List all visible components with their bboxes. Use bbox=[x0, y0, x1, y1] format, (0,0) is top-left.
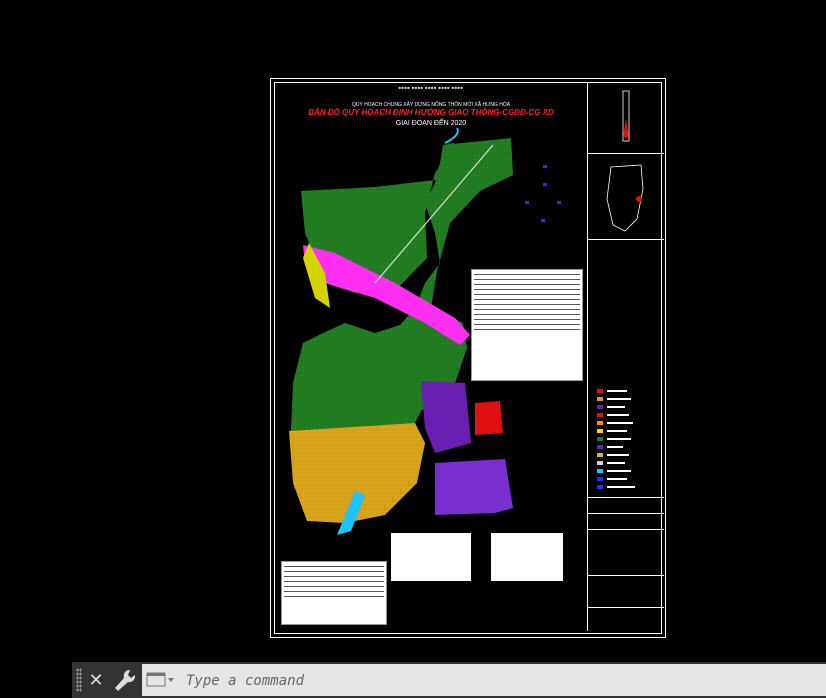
legend-rule bbox=[587, 239, 664, 240]
legend-rule bbox=[587, 529, 664, 530]
blue-point bbox=[557, 201, 561, 204]
cross-section-table-1 bbox=[391, 533, 471, 581]
blue-point bbox=[543, 183, 547, 186]
road-table-left bbox=[281, 561, 387, 625]
command-line-bar: ✕ bbox=[72, 662, 826, 698]
drawing-canvas[interactable]: ■■■■ ■■■■ ■■■■ ■■■■ ■■■■ QUY HOẠCH CHUNG… bbox=[0, 0, 826, 660]
close-icon[interactable]: ✕ bbox=[86, 668, 106, 692]
cross-section-table-2 bbox=[491, 533, 563, 581]
river-line bbox=[444, 127, 459, 144]
legend-rule bbox=[587, 513, 664, 514]
legend-rule bbox=[587, 575, 664, 576]
blue-point bbox=[541, 219, 545, 222]
command-input-wrap bbox=[142, 664, 826, 696]
wrench-icon[interactable] bbox=[112, 666, 136, 694]
legend-rule bbox=[587, 607, 664, 608]
blue-point bbox=[543, 165, 547, 168]
drawing-sheet: ■■■■ ■■■■ ■■■■ ■■■■ ■■■■ QUY HOẠCH CHUNG… bbox=[270, 78, 666, 638]
red-zone bbox=[475, 401, 503, 435]
location-map-icon bbox=[606, 164, 644, 232]
north-arrow-icon bbox=[622, 90, 630, 142]
command-history-icon[interactable] bbox=[146, 672, 176, 688]
drag-handle[interactable] bbox=[76, 668, 82, 692]
legend-rule bbox=[587, 497, 664, 498]
sheet-frame: ■■■■ ■■■■ ■■■■ ■■■■ ■■■■ QUY HOẠCH CHUNG… bbox=[274, 82, 664, 634]
command-input[interactable] bbox=[184, 668, 788, 694]
blue-point bbox=[525, 201, 529, 204]
stats-table bbox=[471, 269, 583, 381]
legend-rule bbox=[587, 153, 664, 154]
industrial-zone bbox=[421, 381, 471, 453]
purple-lots bbox=[435, 459, 513, 515]
legend-divider bbox=[587, 83, 588, 631]
